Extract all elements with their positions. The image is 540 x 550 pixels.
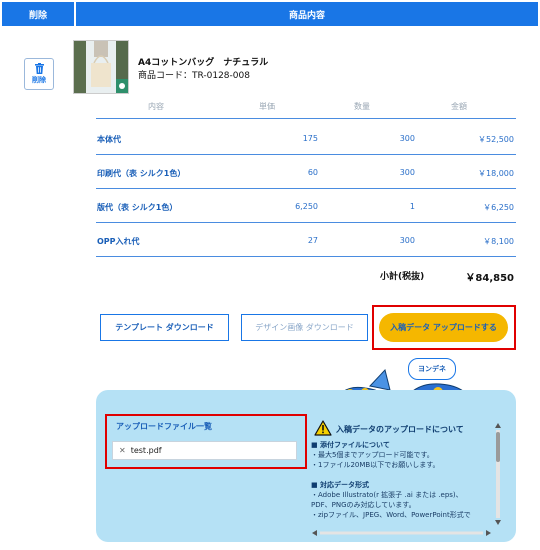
- row-unit-price: 27: [307, 236, 318, 245]
- col-header-quantity: 数量: [354, 102, 370, 111]
- row-amount: ￥8,100: [483, 237, 514, 246]
- col-header-unit-price: 単価: [259, 102, 275, 111]
- warning-icon: [314, 420, 332, 436]
- trash-icon: [34, 63, 44, 74]
- delete-button[interactable]: 削除: [24, 58, 54, 90]
- table-divider: [96, 154, 516, 155]
- info-horizontal-scrollbar[interactable]: [311, 522, 492, 536]
- row-amount: ￥6,250: [483, 203, 514, 212]
- info-line: ■ 対応データ形式: [311, 481, 370, 489]
- table-header: 削除 商品内容: [2, 2, 538, 26]
- row-amount: ￥18,000: [478, 169, 514, 178]
- table-divider: [96, 188, 516, 189]
- info-line: ・1ファイル20MB以下でお願いします。: [311, 461, 440, 469]
- upload-file-item: ✕ test.pdf: [112, 441, 297, 460]
- row-label: 版代（表 シルク1色）: [97, 203, 178, 212]
- subtotal-value: ￥84,850: [465, 273, 514, 284]
- table-divider: [96, 222, 516, 223]
- row-quantity: 300: [399, 236, 415, 245]
- row-unit-price: 175: [302, 134, 318, 143]
- row-label: 印刷代（表 シルク1色）: [97, 169, 186, 178]
- header-delete: 削除: [2, 2, 74, 26]
- row-quantity: 1: [409, 202, 415, 211]
- row-quantity: 300: [399, 134, 415, 143]
- info-vertical-scrollbar[interactable]: [494, 422, 502, 526]
- upload-info-title: 入稿データのアップロードについて: [336, 425, 464, 434]
- upload-button[interactable]: 入稿データ アップロードする: [379, 313, 508, 342]
- scrollbar-thumb[interactable]: [496, 432, 500, 462]
- col-header-content: 内容: [148, 102, 164, 111]
- row-unit-price: 60: [307, 168, 318, 177]
- template-download-button[interactable]: テンプレート ダウンロード: [100, 314, 229, 341]
- row-quantity: 300: [399, 168, 415, 177]
- upload-file-name: test.pdf: [130, 446, 162, 455]
- row-label: OPP入れ代: [97, 237, 140, 246]
- info-line: PDF、PNGのみ対応しています。: [311, 501, 416, 509]
- delete-button-label: 削除: [32, 76, 46, 84]
- product-name: A4コットンバッグ ナチュラル: [138, 58, 269, 68]
- subtotal-label: 小計(税抜): [380, 272, 425, 282]
- col-header-amount: 金額: [451, 102, 467, 111]
- info-line: [311, 470, 489, 480]
- upload-info-text: ■ 添付ファイルについて ・最大5個までアップロード可能です。 ・1ファイル20…: [311, 440, 489, 520]
- info-line: ・最大5個までアップロード可能です。: [311, 451, 434, 459]
- info-line: ・zipファイル、JPEG、Word、PowerPoint形式で: [311, 511, 471, 519]
- remove-file-icon[interactable]: ✕: [119, 446, 126, 455]
- design-download-button[interactable]: デザイン画像 ダウンロード: [241, 314, 368, 341]
- info-line: ・Adobe Illustrato(r 拡張子 .ai または .eps)、: [311, 491, 463, 499]
- table-divider: [96, 118, 516, 119]
- row-amount: ￥52,500: [478, 135, 514, 144]
- product-thumbnail: [73, 40, 129, 94]
- table-divider: [96, 256, 516, 257]
- upload-list-title: アップロードファイル一覧: [116, 422, 212, 431]
- product-code: 商品コード：TR-0128-008: [138, 71, 250, 81]
- info-line: ■ 添付ファイルについて: [311, 441, 390, 449]
- header-product-content: 商品内容: [76, 2, 538, 26]
- row-label: 本体代: [97, 135, 121, 144]
- row-unit-price: 6,250: [295, 202, 318, 211]
